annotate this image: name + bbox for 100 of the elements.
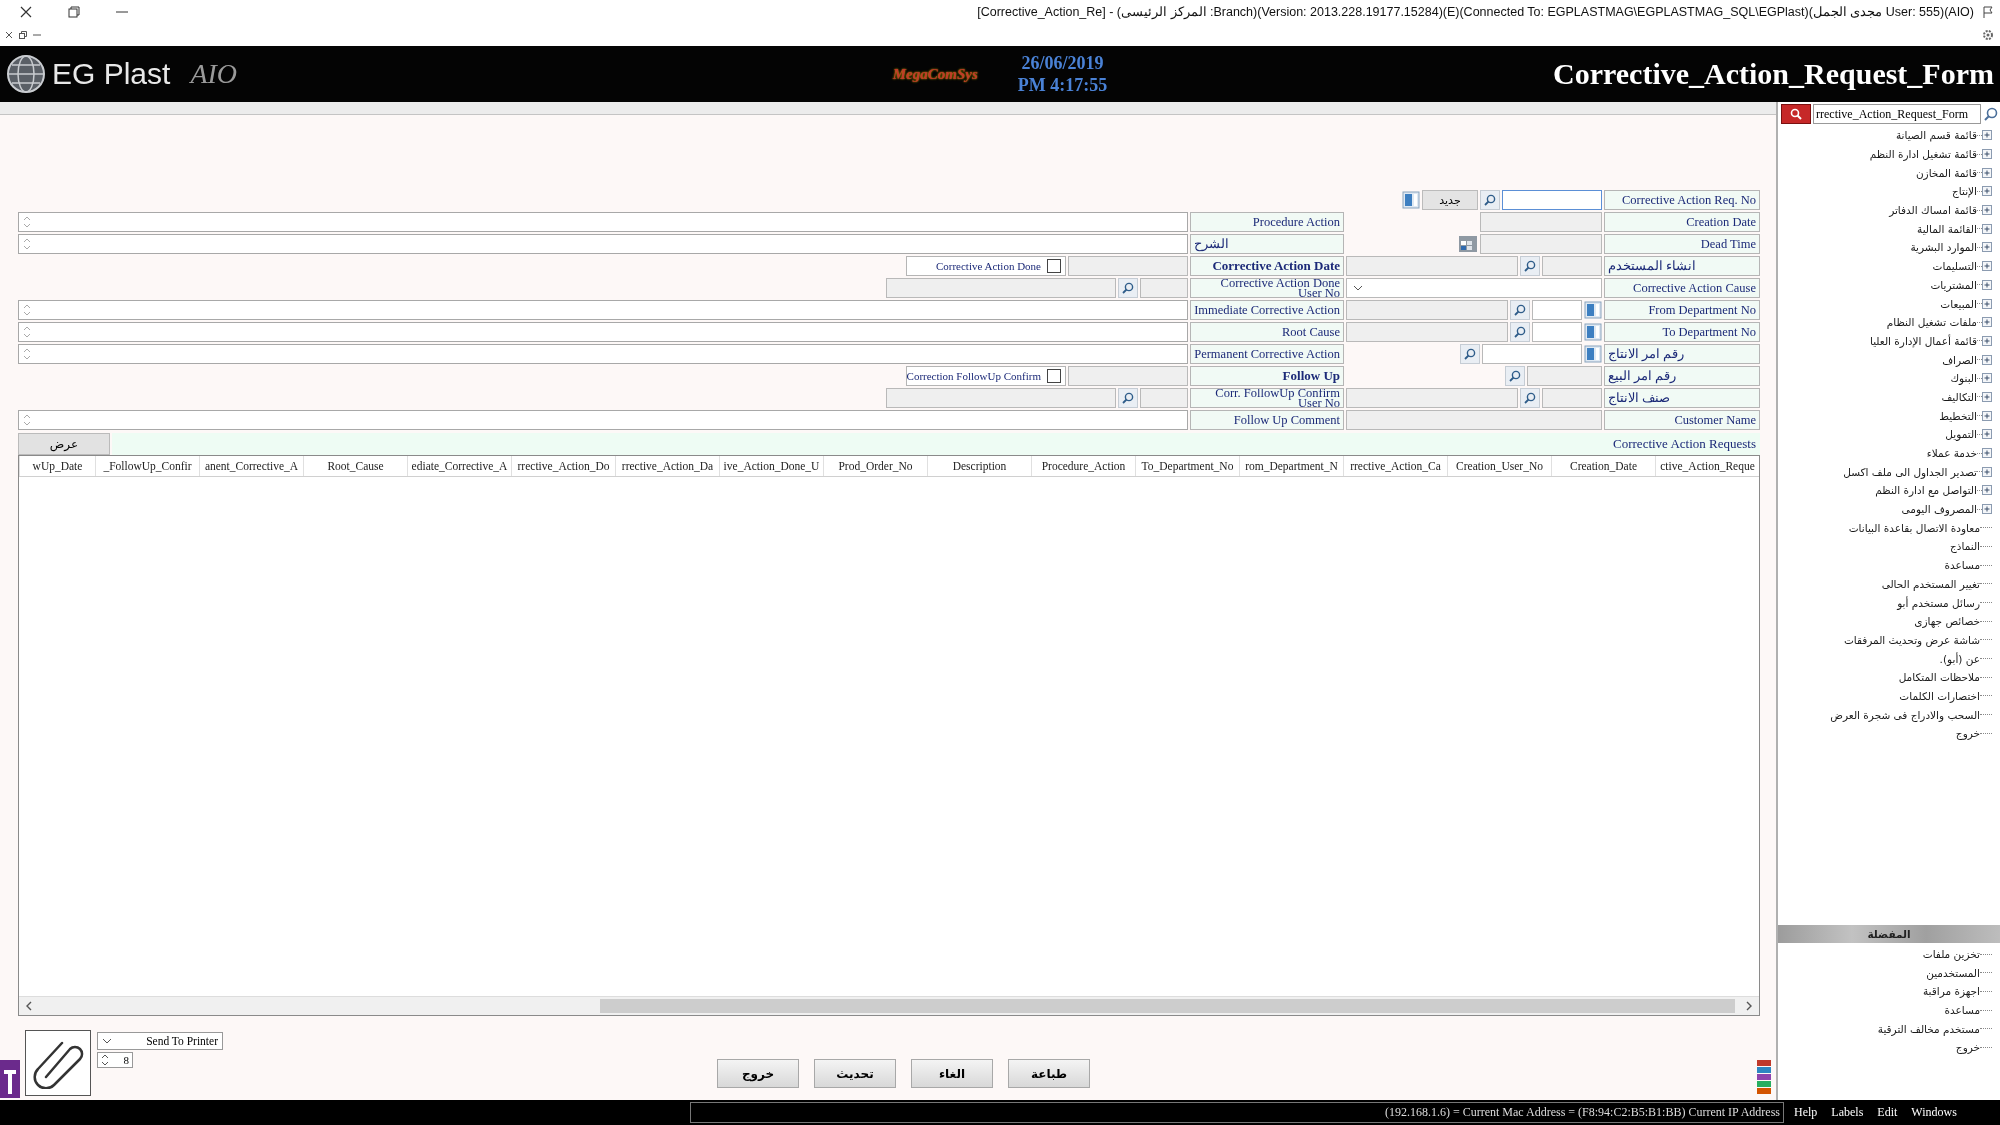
expand-icon[interactable] [1982, 485, 1992, 496]
expand-icon[interactable] [1982, 149, 1992, 160]
tree-item[interactable]: قائمة المخازن [1915, 166, 1977, 179]
expand-icon[interactable] [1982, 410, 1992, 421]
tree-item[interactable]: اختصارات الكلمات [1899, 689, 1980, 702]
expand-icon[interactable] [1982, 373, 1992, 384]
tool-icon[interactable] [0, 1060, 20, 1098]
expand-icon[interactable] [1982, 391, 1992, 402]
tree-item[interactable]: مساعدة [1944, 559, 1980, 572]
restore-icon[interactable] [19, 30, 27, 39]
grid-icon[interactable] [1584, 345, 1602, 363]
tree-item[interactable]: تخزين ملفات [1922, 948, 1980, 961]
new-button[interactable]: جديد [1422, 190, 1478, 210]
tree-item[interactable]: خدمة عملاء [1926, 447, 1977, 460]
tree-item[interactable]: شاشة عرض وتحديث المرفقات [1843, 633, 1980, 646]
input-field[interactable] [1532, 322, 1582, 342]
column-header[interactable]: wUp_Date [19, 456, 95, 476]
tree-item[interactable]: الموارد البشرية [1910, 241, 1977, 254]
column-header[interactable]: Description [927, 456, 1031, 476]
tree-item[interactable]: ملاحظات المتكامل [1898, 671, 1980, 684]
expand-icon[interactable] [1982, 130, 1992, 141]
text-area[interactable] [18, 212, 1188, 232]
tree-item[interactable]: مساعدة [1944, 1004, 1980, 1017]
tree-item[interactable]: المشتريات [1930, 278, 1977, 291]
show-button[interactable]: عرض [18, 433, 110, 455]
tree-item[interactable]: عن (أبو). [1939, 652, 1980, 665]
column-header[interactable]: Prod_Order_No [823, 456, 927, 476]
column-header[interactable]: _FollowUp_Confir [95, 456, 199, 476]
action-button[interactable]: خروج [717, 1059, 799, 1088]
close-icon[interactable] [20, 5, 32, 18]
checkbox[interactable] [1047, 369, 1061, 383]
tree-item[interactable]: التمويل [1945, 428, 1977, 441]
text-area[interactable] [18, 234, 1188, 254]
checkbox-option[interactable]: Correction FollowUp Confirm [906, 366, 1066, 386]
expand-icon[interactable] [1982, 167, 1992, 178]
expand-icon[interactable] [1982, 261, 1992, 272]
column-header[interactable]: rrective_Action_Do [511, 456, 615, 476]
expand-icon[interactable] [1982, 466, 1992, 477]
expand-icon[interactable] [1982, 223, 1992, 234]
expand-icon[interactable] [1982, 429, 1992, 440]
copies-spinner[interactable]: 8 [97, 1052, 133, 1068]
action-button[interactable]: طباعة [1008, 1059, 1090, 1088]
calendar-icon[interactable] [1458, 235, 1478, 253]
date-field[interactable] [1068, 256, 1188, 276]
search-field[interactable]: rrective_Action_Request_Form [1813, 104, 1981, 124]
tree-item[interactable]: التخطيط [1939, 409, 1977, 422]
tree-item[interactable]: قائمة تشغيل ادارة النظم [1869, 148, 1977, 161]
input-field[interactable] [1532, 300, 1582, 320]
grid-icon[interactable] [1584, 323, 1602, 341]
expand-icon[interactable] [1982, 317, 1992, 328]
tree-item[interactable]: معاودة الاتصال بقاعدة البيانات [1848, 521, 1980, 534]
column-header[interactable]: rrective_Action_Da [615, 456, 719, 476]
date-field[interactable] [1068, 366, 1188, 386]
tree-item[interactable]: التكاليف [1941, 390, 1977, 403]
grid-icon[interactable] [1584, 301, 1602, 319]
column-header[interactable]: rom_Department_N [1239, 456, 1343, 476]
input-field[interactable] [1502, 190, 1602, 210]
expand-icon[interactable] [1982, 279, 1992, 290]
column-header[interactable]: anent_Corrective_A [199, 456, 303, 476]
column-header[interactable]: Creation_User_No [1447, 456, 1551, 476]
tree-item[interactable]: المستخدمين [1926, 966, 1980, 979]
books-icon[interactable] [1756, 1058, 1772, 1096]
column-header[interactable]: Procedure_Action [1031, 456, 1135, 476]
tree-item[interactable]: خروج [1955, 1041, 1980, 1054]
arrow-right-icon[interactable] [1745, 1001, 1753, 1011]
column-header[interactable]: Creation_Date [1551, 456, 1655, 476]
input-field[interactable] [1482, 344, 1582, 364]
column-header[interactable]: ediate_Corrective_A [407, 456, 511, 476]
expand-icon[interactable] [1982, 335, 1992, 346]
tree-item[interactable]: تصدير الجداول الى ملف اكسل [1843, 465, 1977, 478]
column-header[interactable]: ive_Action_Done_U [719, 456, 823, 476]
input-field[interactable] [886, 388, 1116, 408]
gear-icon[interactable] [1982, 28, 1994, 41]
input-field[interactable] [886, 278, 1116, 298]
input-field[interactable] [1346, 388, 1518, 408]
menu-item[interactable]: Windows [1911, 1105, 1957, 1120]
minimize-icon[interactable] [116, 10, 128, 13]
expand-icon[interactable] [1982, 186, 1992, 197]
search-icon[interactable] [1983, 106, 1999, 122]
tree-item[interactable]: تغيير المستخدم الحالى [1881, 577, 1980, 590]
close-icon[interactable] [5, 30, 13, 39]
tree-item[interactable]: المصروف اليومى [1901, 503, 1977, 516]
tree-item[interactable]: التسليمات [1932, 260, 1977, 273]
input-field[interactable] [1480, 212, 1602, 232]
expand-icon[interactable] [1982, 448, 1992, 459]
input-field[interactable] [1346, 410, 1602, 430]
grid-icon[interactable] [1402, 191, 1420, 209]
tree-item[interactable]: اجهزة مراقبة [1922, 985, 1980, 998]
expand-icon[interactable] [1982, 504, 1992, 515]
tree-item[interactable]: النماذج [1950, 540, 1980, 553]
checkbox-option[interactable]: Corrective Action Done [906, 256, 1066, 276]
menu-item[interactable]: Help [1794, 1105, 1818, 1120]
tree-item[interactable]: قائمة قسم الصيانة [1895, 129, 1977, 142]
scroll-thumb[interactable] [600, 999, 1735, 1013]
minimize-icon[interactable] [33, 33, 41, 36]
tree-item[interactable]: ملفات تشغيل النظام [1886, 316, 1977, 329]
input-field[interactable] [1527, 366, 1602, 386]
tree-item[interactable]: قائمة أعمال الإدارة العليا [1869, 334, 1977, 347]
input-field[interactable] [1140, 278, 1188, 298]
menu-item[interactable]: Edit [1877, 1105, 1898, 1120]
